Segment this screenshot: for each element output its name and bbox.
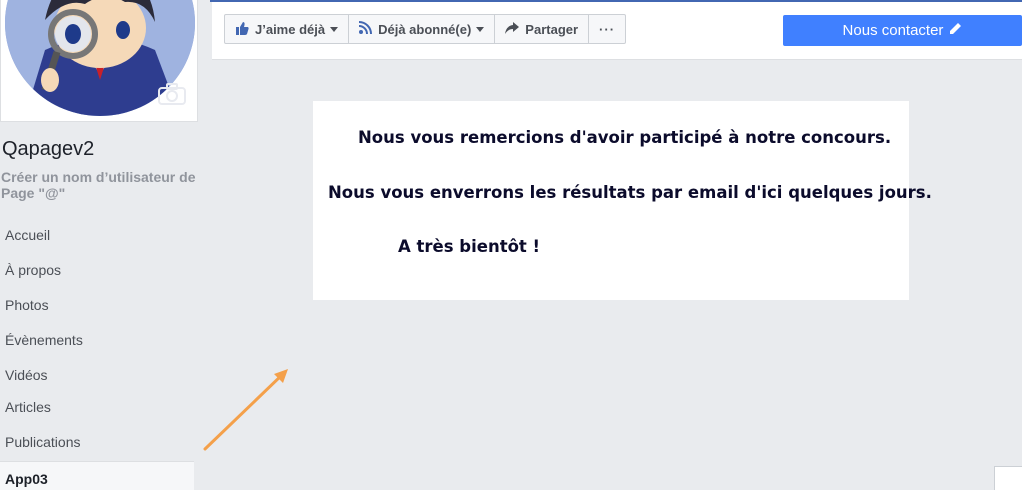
nav-item-videos[interactable]: Vidéos bbox=[0, 358, 194, 392]
like-button[interactable]: J’aime déjà bbox=[225, 15, 350, 43]
app-content-card: Nous vous remercions d'avoir participé à… bbox=[313, 101, 932, 300]
page-name[interactable]: Qapagev2 bbox=[2, 138, 94, 161]
contact-button-label: Nous contacter bbox=[842, 22, 944, 39]
nav-item-publications[interactable]: Publications bbox=[0, 425, 194, 459]
thumbs-up-icon bbox=[235, 21, 255, 38]
sidebar: Qapagev2 Créer un nom d’utilisateur de P… bbox=[0, 0, 198, 490]
contact-us-button[interactable]: Nous contacter bbox=[783, 15, 1022, 46]
page-action-bar: J’aime déjà Déjà abonné(e) Partager ··· … bbox=[212, 2, 1022, 60]
nav-item-accueil[interactable]: Accueil bbox=[0, 218, 194, 252]
share-button-label: Partager bbox=[525, 21, 579, 37]
like-button-label: J’aime déjà bbox=[255, 21, 326, 37]
nav-item-evenements[interactable]: Évènements bbox=[0, 323, 194, 357]
share-button[interactable]: Partager bbox=[495, 15, 590, 43]
action-button-group: J’aime déjà Déjà abonné(e) Partager ··· bbox=[224, 14, 627, 44]
message-line-results: Nous vous enverrons les résultats par em… bbox=[328, 183, 932, 202]
chevron-down-icon bbox=[330, 26, 339, 32]
create-username-link[interactable]: Créer un nom d’utilisateur de Page "@" bbox=[1, 169, 197, 201]
message-line-goodbye: A très bientôt ! bbox=[398, 237, 541, 256]
share-arrow-icon bbox=[505, 21, 525, 37]
more-options-button[interactable]: ··· bbox=[589, 15, 625, 43]
profile-picture-frame bbox=[0, 0, 198, 122]
more-dots-icon: ··· bbox=[599, 21, 616, 37]
chat-tab-corner[interactable] bbox=[994, 466, 1022, 490]
nav-item-a-propos[interactable]: À propos bbox=[0, 253, 194, 287]
rss-icon bbox=[358, 21, 378, 37]
nav-item-app03[interactable]: App03 bbox=[0, 461, 194, 490]
annotation-arrow bbox=[200, 364, 295, 459]
follow-button[interactable]: Déjà abonné(e) bbox=[349, 15, 496, 43]
message-line-thanks: Nous vous remercions d'avoir participé à… bbox=[358, 128, 892, 147]
camera-icon[interactable] bbox=[157, 82, 187, 106]
nav-item-photos[interactable]: Photos bbox=[0, 288, 194, 322]
follow-button-label: Déjà abonné(e) bbox=[378, 21, 472, 37]
chevron-down-icon bbox=[476, 26, 485, 32]
nav-item-articles[interactable]: Articles bbox=[0, 390, 194, 424]
pencil-icon bbox=[949, 22, 962, 39]
